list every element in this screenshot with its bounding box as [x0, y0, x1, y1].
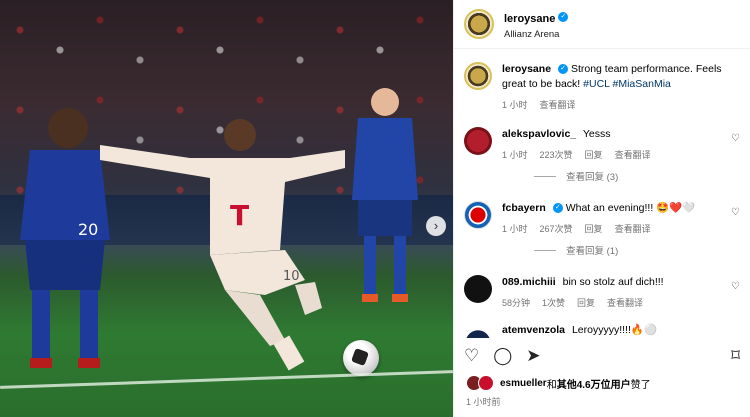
- list-item: atemvenzola Leroyyyyy!!!!🔥⚪: [454, 317, 750, 338]
- caption: leroysane ✓ Strong team performance. Feel…: [454, 56, 750, 111]
- reply-button[interactable]: 回复: [577, 296, 595, 309]
- reply-button[interactable]: 回复: [585, 222, 603, 235]
- comment-text: Leroyyyyy!!!!🔥⚪: [571, 324, 658, 336]
- list-item: fcbayern ✓ What an evening!!! 🤩❤️🤍 1 小时 2…: [454, 195, 750, 235]
- heart-icon[interactable]: ♡: [464, 346, 479, 366]
- comment-username[interactable]: fcbayern: [502, 202, 546, 214]
- list-item: 089.michiii bin so stolz auf dich!!! 58分…: [454, 269, 750, 309]
- svg-text:20: 20: [78, 220, 98, 239]
- chevron-right-icon[interactable]: ›: [426, 216, 446, 236]
- heart-icon[interactable]: ♡: [731, 207, 740, 218]
- translate-link[interactable]: 查看翻译: [607, 296, 643, 309]
- comment-time: 1 小时: [502, 150, 528, 160]
- avatar[interactable]: [464, 201, 492, 229]
- comment-likes[interactable]: 1次赞: [542, 296, 565, 309]
- bookmark-icon[interactable]: ⌑: [731, 346, 740, 366]
- heart-icon[interactable]: ♡: [731, 133, 740, 144]
- location-link[interactable]: Allianz Arena: [504, 29, 568, 40]
- avatar[interactable]: [464, 127, 492, 155]
- comment-icon[interactable]: ◯: [493, 346, 512, 366]
- liker-avatars: [466, 375, 494, 391]
- reply-button[interactable]: 回复: [585, 148, 603, 161]
- post-header: leroysane ✓ Allianz Arena: [454, 0, 750, 49]
- caption-translate-link[interactable]: 查看翻译: [540, 98, 576, 111]
- verified-badge-icon: ✓: [552, 203, 563, 214]
- post-panel: leroysane ✓ Allianz Arena leroysane ✓ Stro…: [453, 0, 750, 417]
- view-replies-button[interactable]: 查看回复 (1): [534, 243, 750, 257]
- header-username[interactable]: leroysane: [504, 13, 555, 25]
- comment-username[interactable]: 089.michiii: [502, 276, 556, 288]
- comment-text: What an evening!!! 🤩❤️🤍: [565, 202, 696, 214]
- view-replies-button[interactable]: 查看回复 (3): [534, 169, 750, 183]
- avatar: [478, 375, 494, 391]
- list-item: alekspavlovic_ Yesss 1 小时 223次赞 回复 查看翻译 …: [454, 121, 750, 161]
- comment-username[interactable]: alekspavlovic_: [502, 128, 576, 140]
- comment-likes[interactable]: 223次赞: [540, 148, 573, 161]
- verified-badge-icon: ✓: [558, 12, 569, 23]
- comment-likes[interactable]: 267次赞: [540, 222, 573, 235]
- caption-time: 1 小时: [502, 100, 528, 110]
- caption-hashtags[interactable]: #UCL #MiaSanMia: [583, 78, 671, 90]
- post-timestamp: 1 小时前: [466, 397, 501, 407]
- likes-connector: 和: [546, 379, 557, 391]
- comment-text: bin so stolz auf dich!!!: [562, 276, 664, 288]
- comments-list[interactable]: leroysane ✓ Strong team performance. Feel…: [454, 56, 750, 338]
- likes-summary[interactable]: esmueller 和 其他4.6万位用户 赞了: [466, 375, 651, 391]
- post-actions: ♡ ◯ ➤ ⌑: [464, 343, 740, 369]
- svg-text:10: 10: [283, 269, 300, 284]
- avatar[interactable]: [464, 62, 492, 90]
- verified-badge-icon: ✓: [558, 64, 569, 75]
- translate-link[interactable]: 查看翻译: [615, 222, 651, 235]
- avatar[interactable]: [464, 9, 494, 39]
- comment-text: Yesss: [582, 128, 611, 140]
- likes-suffix: 赞了: [630, 379, 651, 391]
- comment-username[interactable]: atemvenzola: [502, 324, 565, 336]
- heart-icon[interactable]: ♡: [731, 281, 740, 292]
- comment-time: 58分钟: [502, 298, 531, 308]
- main-player: T 10: [100, 119, 345, 371]
- post-photo: 20 T 10 ›: [0, 0, 453, 417]
- share-icon[interactable]: ➤: [526, 346, 540, 366]
- avatar[interactable]: [464, 323, 492, 338]
- football: [343, 340, 379, 376]
- svg-text:T: T: [230, 199, 249, 232]
- opponent-player-right: [352, 88, 418, 302]
- comment-time: 1 小时: [502, 224, 528, 234]
- likes-count[interactable]: 其他4.6万位用户: [557, 376, 631, 391]
- caption-username[interactable]: leroysane: [502, 63, 551, 75]
- translate-link[interactable]: 查看翻译: [615, 148, 651, 161]
- liker-username[interactable]: esmueller: [500, 378, 547, 389]
- avatar[interactable]: [464, 275, 492, 303]
